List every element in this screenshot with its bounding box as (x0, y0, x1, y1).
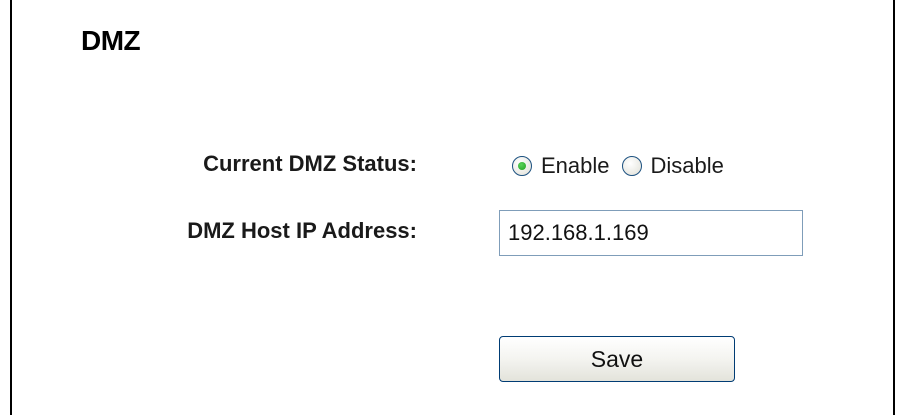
dmz-host-ip-label: DMZ Host IP Address: (187, 218, 417, 243)
panel-left-border (10, 0, 12, 415)
disable-radio-button[interactable] (621, 156, 642, 176)
enable-radio-button[interactable] (512, 156, 532, 176)
radio-selected-dot (518, 162, 526, 170)
page-title: DMZ (81, 25, 141, 56)
panel-right-border (893, 0, 895, 415)
dmz-status-label: Current DMZ Status: (203, 151, 417, 176)
disable-radio-label[interactable]: Disable (651, 153, 724, 179)
dmz-settings-panel: DMZ Current DMZ Status: Enable Disable D… (0, 0, 907, 415)
enable-radio-option[interactable]: Enable (512, 153, 622, 179)
enable-radio-label[interactable]: Enable (541, 153, 610, 179)
dmz-host-ip-input[interactable] (499, 210, 803, 256)
dmz-status-radio-group: Enable Disable (512, 151, 736, 181)
disable-radio-option[interactable]: Disable (621, 153, 736, 179)
save-button[interactable]: Save (499, 336, 735, 382)
